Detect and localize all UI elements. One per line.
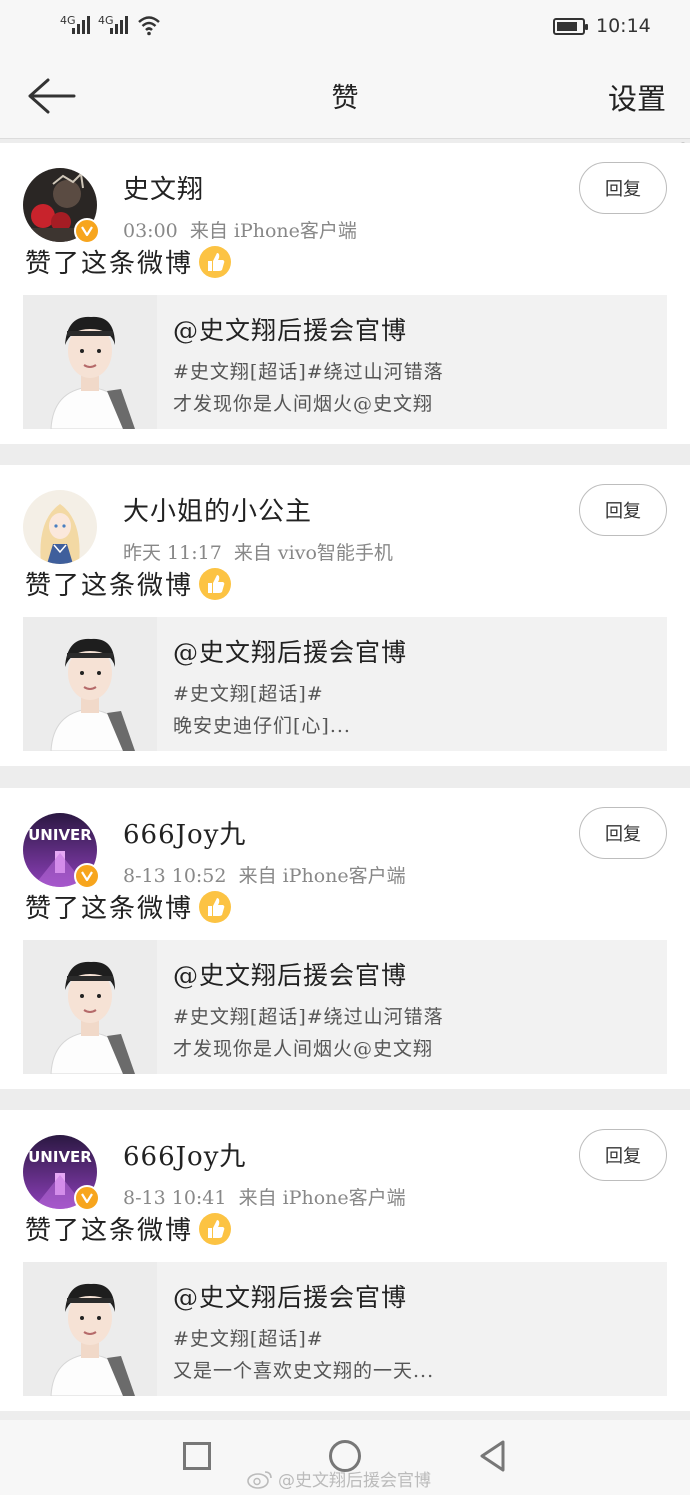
post-text-line: 才发现你是人间烟火@史文翔 [173, 1038, 434, 1060]
notification-card[interactable]: UNIVER 666Joy九 8-13 10:41 来自 iPhone客户端 回复赞了… [0, 1110, 690, 1411]
source: 来自 iPhone客户端 [189, 220, 357, 242]
signal-icon [72, 16, 90, 34]
watermark-text: @史文翔后援会官博 [278, 1471, 431, 1491]
liked-post-preview[interactable]: @史文翔后援会官博 #史文翔[超话]#绕过山河错落 才发现你是人间烟火@史文翔 [23, 295, 667, 429]
like-action: 赞了这条微博 [25, 565, 232, 602]
nav-bar: 赞 设置 [0, 54, 690, 139]
page-title: 赞 [331, 83, 359, 114]
notification-card[interactable]: UNIVER 666Joy九 8-13 10:52 来自 iPhone客户端 回复赞了… [0, 788, 690, 1089]
notification-card[interactable]: 史文翔 03:00 来自 iPhone客户端 回复赞了这条微博 @史文翔后援会官博 #史… [0, 143, 690, 444]
like-action: 赞了这条微博 [25, 1210, 232, 1247]
reply-button[interactable]: 回复 [579, 1129, 667, 1181]
svg-text:UNIVER: UNIVER [28, 1148, 92, 1166]
post-author: @史文翔后援会官博 [173, 638, 408, 667]
battery-icon [553, 18, 588, 35]
username[interactable]: 大小姐的小公主 [123, 491, 312, 528]
source: 来自 iPhone客户端 [238, 1187, 406, 1209]
username[interactable]: 666Joy九 [123, 1136, 246, 1173]
post-thumbnail [23, 295, 157, 429]
notification-card[interactable]: 大小姐的小公主昨天 11:17 来自 vivo智能手机 回复赞了这条微博 @史文翔后… [0, 465, 690, 766]
liked-post-preview[interactable]: @史文翔后援会官博 #史文翔[超话]#绕过山河错落 才发现你是人间烟火@史文翔 [23, 940, 667, 1074]
post-thumbnail [23, 940, 157, 1074]
post-text-line: #史文翔[超话]#绕过山河错落 [173, 1006, 444, 1028]
post-meta: 8-13 10:41 来自 iPhone客户端 [123, 1183, 406, 1210]
wifi-icon [138, 16, 160, 36]
thumbs-up-icon [199, 1212, 232, 1245]
post-meta: 03:00 来自 iPhone客户端 [123, 216, 357, 243]
signal-icon [110, 16, 128, 34]
post-text-line: 又是一个喜欢史文翔的一天... [173, 1360, 435, 1382]
timestamp: 8-13 10:52 [123, 865, 227, 887]
back-button[interactable] [26, 76, 78, 116]
username[interactable]: 666Joy九 [123, 814, 246, 851]
timestamp: 03:00 [123, 220, 178, 242]
reply-button[interactable]: 回复 [579, 162, 667, 214]
post-thumbnail [23, 1262, 157, 1396]
action-text: 赞了这条微博 [25, 1216, 194, 1246]
back-arrow-icon [28, 78, 76, 114]
timestamp: 昨天 11:17 [123, 542, 222, 564]
action-text: 赞了这条微博 [25, 571, 194, 601]
post-text-line: 晚安史迪仔们[心]... [173, 715, 351, 737]
username[interactable]: 史文翔 [123, 169, 204, 206]
liked-post-preview[interactable]: @史文翔后援会官博 #史文翔[超话]# 又是一个喜欢史文翔的一天... [23, 1262, 667, 1396]
post-author: @史文翔后援会官博 [173, 316, 408, 345]
post-thumbnail [23, 617, 157, 751]
verified-badge-icon [74, 863, 100, 889]
post-text-line: #史文翔[超话]# [173, 1328, 324, 1350]
reply-button[interactable]: 回复 [579, 484, 667, 536]
settings-button[interactable]: 设置 [608, 76, 666, 118]
post-meta: 8-13 10:52 来自 iPhone客户端 [123, 861, 406, 888]
recent-apps-button[interactable] [183, 1442, 211, 1470]
post-text-line: 才发现你是人间烟火@史文翔 [173, 393, 434, 415]
avatar[interactable] [23, 490, 97, 564]
post-author: @史文翔后援会官博 [173, 961, 408, 990]
clock: 10:14 [596, 15, 651, 37]
svg-text:UNIVER: UNIVER [28, 826, 92, 844]
reply-button[interactable]: 回复 [579, 807, 667, 859]
system-back-button[interactable] [478, 1439, 506, 1473]
watermark: @史文翔后援会官博 [246, 1466, 431, 1491]
thumbs-up-icon [199, 567, 232, 600]
source: 来自 iPhone客户端 [238, 865, 406, 887]
weibo-logo-icon [247, 1470, 272, 1489]
thumbs-up-icon [199, 245, 232, 278]
post-author: @史文翔后援会官博 [173, 1283, 408, 1312]
like-action: 赞了这条微博 [25, 243, 232, 280]
post-text-line: #史文翔[超话]#绕过山河错落 [173, 361, 444, 383]
status-bar: 4G 4G 10:14 [0, 0, 690, 54]
verified-badge-icon [74, 1185, 100, 1211]
source: 来自 vivo智能手机 [233, 542, 393, 564]
post-meta: 昨天 11:17 来自 vivo智能手机 [123, 538, 393, 565]
action-text: 赞了这条微博 [25, 894, 194, 924]
timestamp: 8-13 10:41 [123, 1187, 227, 1209]
post-text-line: #史文翔[超话]# [173, 683, 324, 705]
like-action: 赞了这条微博 [25, 888, 232, 925]
liked-post-preview[interactable]: @史文翔后援会官博 #史文翔[超话]# 晚安史迪仔们[心]... [23, 617, 667, 751]
verified-badge-icon [74, 218, 100, 244]
action-text: 赞了这条微博 [25, 249, 194, 279]
thumbs-up-icon [199, 890, 232, 923]
